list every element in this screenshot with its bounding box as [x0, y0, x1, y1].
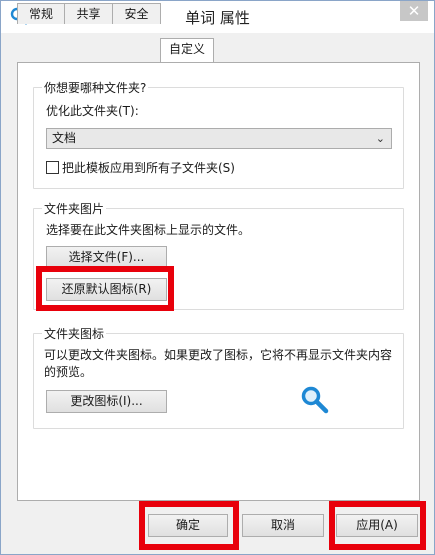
tab-security[interactable]: 安全 — [112, 3, 161, 24]
cancel-button[interactable]: 取消 — [242, 514, 324, 537]
restore-button-highlight — [36, 266, 174, 311]
folder-type-group-label: 你想要哪种文件夹? — [42, 79, 149, 96]
tab-general[interactable]: 常规 — [17, 3, 65, 24]
change-icon-button[interactable]: 更改图标(I)... — [46, 390, 167, 413]
ok-button-highlight — [139, 501, 239, 550]
folder-type-group: 你想要哪种文件夹? 优化此文件夹(T): 文档 ⌄ 把此模板应用到所有子文件夹(… — [33, 79, 404, 189]
apply-subfolders-checkbox[interactable] — [46, 161, 59, 174]
apply-subfolders-label: 把此模板应用到所有子文件夹(S) — [62, 161, 235, 175]
folder-picture-group-label: 文件夹图片 — [42, 200, 107, 217]
folder-type-selected: 文档 — [52, 131, 77, 145]
apply-button-highlight — [329, 501, 426, 550]
chevron-down-icon: ⌄ — [375, 132, 385, 145]
folder-icon-description-line2: 的预览。 — [44, 365, 93, 379]
folder-icon-description-line1: 可以更改文件夹图标。如果更改了图标，它将不再显示文件夹内容 — [44, 348, 393, 362]
properties-window: 单词 属性 ✕ 常规 共享 安全 自定义 你想要哪种文件夹? 优化此文件夹(T)… — [0, 0, 435, 555]
folder-type-select[interactable]: 文档 ⌄ — [46, 128, 392, 149]
tab-customize[interactable]: 自定义 — [160, 38, 214, 62]
close-button[interactable]: ✕ — [400, 1, 428, 21]
folder-icon-group: 文件夹图标 可以更改文件夹图标。如果更改了图标，它将不再显示文件夹内容 的预览。… — [33, 325, 404, 429]
optimize-label: 优化此文件夹(T): — [46, 104, 139, 118]
tab-sharing[interactable]: 共享 — [64, 3, 113, 24]
folder-icon-preview-search-icon — [301, 386, 329, 414]
folder-picture-description: 选择要在此文件夹图标上显示的文件。 — [46, 223, 251, 237]
folder-icon-group-label: 文件夹图标 — [42, 325, 107, 342]
